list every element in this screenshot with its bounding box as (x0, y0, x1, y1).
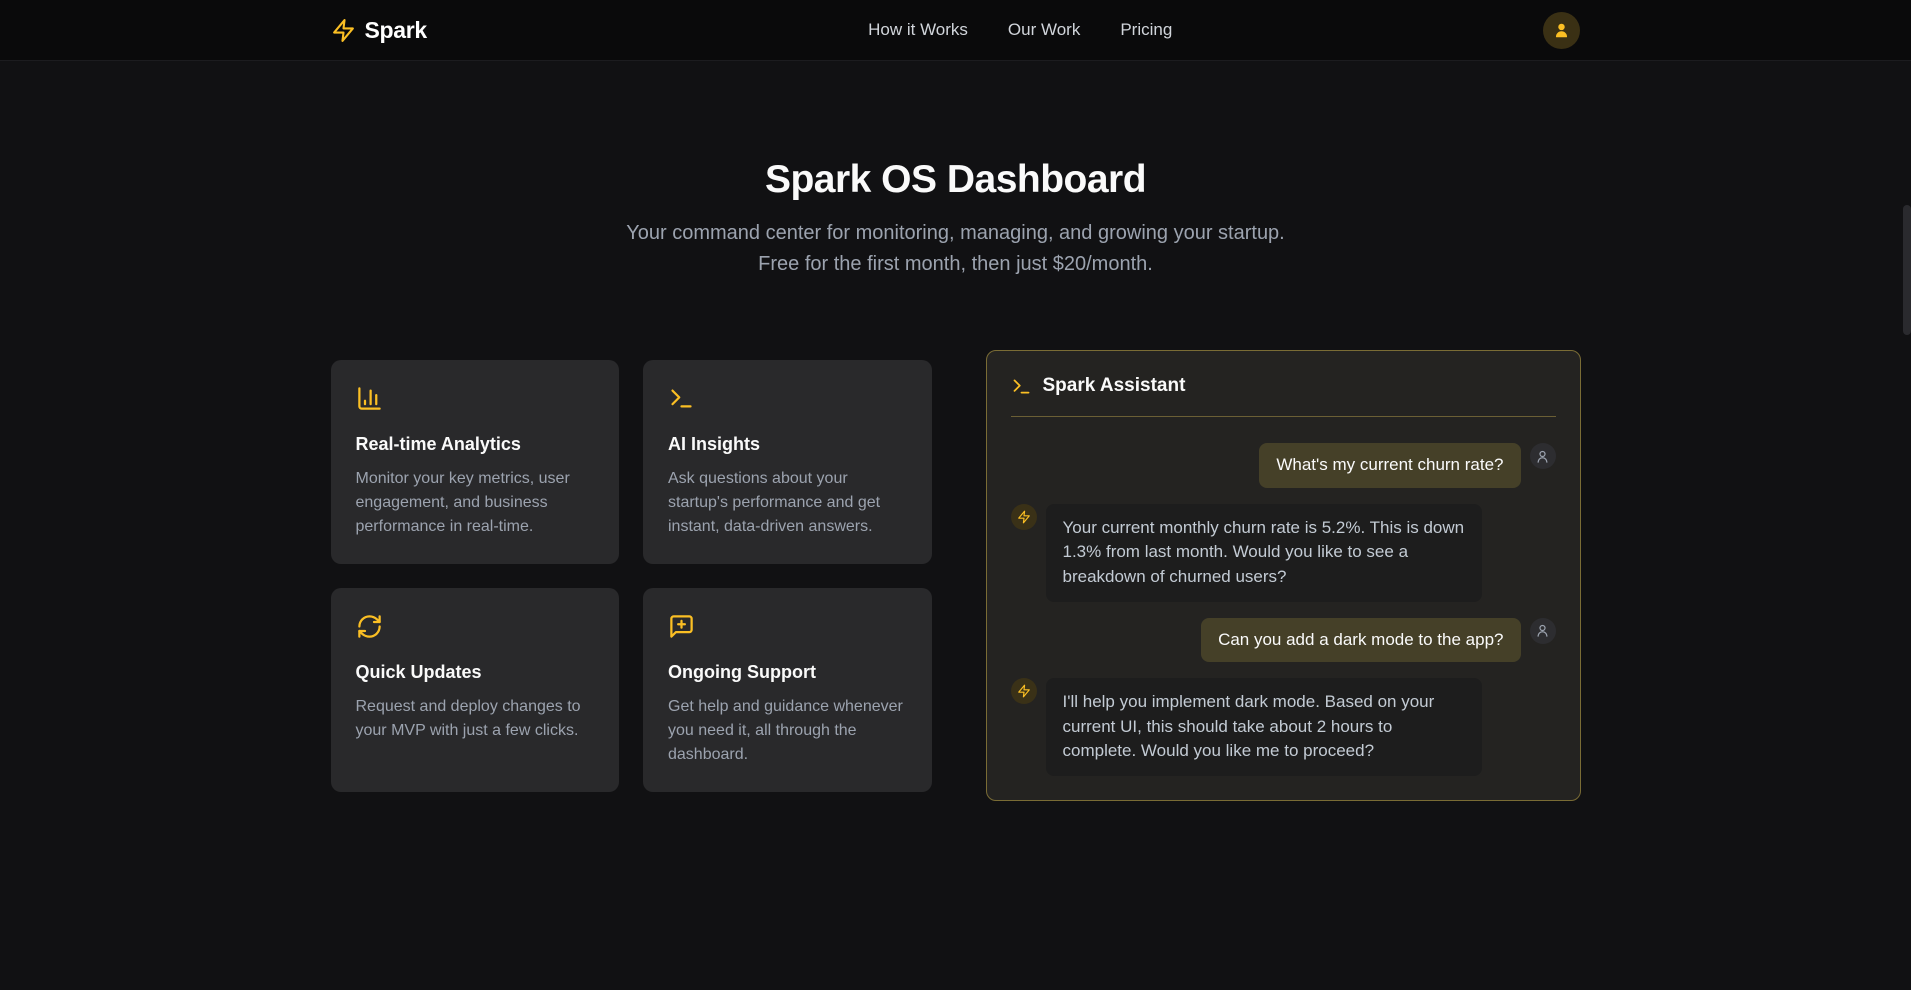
message-square-plus-icon (668, 613, 907, 640)
main-content: Real-time Analytics Monitor your key met… (331, 350, 1581, 801)
page-scrollbar-thumb[interactable] (1903, 205, 1911, 335)
nav-link-how-it-works[interactable]: How it Works (868, 20, 968, 40)
chat-messages: What's my current churn rate? Your curre… (1011, 443, 1556, 776)
user-message-bubble: What's my current churn rate? (1259, 443, 1520, 488)
user-message-bubble: Can you add a dark mode to the app? (1201, 618, 1520, 663)
assistant-panel-header: Spark Assistant (1011, 375, 1556, 397)
feature-card-quick-updates: Quick Updates Request and deploy changes… (331, 588, 620, 792)
nav-link-pricing[interactable]: Pricing (1120, 20, 1172, 40)
nav-link-our-work[interactable]: Our Work (1008, 20, 1080, 40)
feature-card-ongoing-support: Ongoing Support Get help and guidance wh… (643, 588, 932, 792)
chat-message-user: Can you add a dark mode to the app? (1011, 618, 1556, 663)
chat-message-assistant: I'll help you implement dark mode. Based… (1011, 678, 1556, 776)
panel-divider (1011, 416, 1556, 417)
feature-card-realtime-analytics: Real-time Analytics Monitor your key met… (331, 360, 620, 564)
chat-message-user: What's my current churn rate? (1011, 443, 1556, 488)
assistant-panel-title: Spark Assistant (1043, 375, 1186, 397)
feature-card-description: Get help and guidance whenever you need … (668, 695, 907, 767)
user-avatar-button[interactable] (1543, 12, 1580, 49)
feature-card-title: Ongoing Support (668, 662, 907, 683)
chat-message-assistant: Your current monthly churn rate is 5.2%.… (1011, 504, 1556, 602)
nav-links: How it Works Our Work Pricing (868, 20, 1172, 40)
assistant-message-bubble: I'll help you implement dark mode. Based… (1046, 678, 1482, 776)
feature-card-description: Monitor your key metrics, user engagemen… (356, 467, 595, 539)
brand-logo[interactable]: Spark (331, 17, 427, 44)
hero-subtitle: Your command center for monitoring, mana… (606, 218, 1306, 280)
assistant-message-bubble: Your current monthly churn rate is 5.2%.… (1046, 504, 1482, 602)
hero-section: Spark OS Dashboard Your command center f… (0, 61, 1911, 280)
brand-name: Spark (365, 17, 427, 44)
user-icon (1552, 21, 1571, 40)
refresh-icon (356, 613, 595, 640)
page-title: Spark OS Dashboard (0, 158, 1911, 202)
feature-card-description: Request and deploy changes to your MVP w… (356, 695, 595, 743)
user-icon (1535, 449, 1550, 464)
zap-icon (331, 18, 356, 43)
user-icon (1535, 623, 1550, 638)
feature-cards: Real-time Analytics Monitor your key met… (331, 360, 932, 792)
feature-card-ai-insights: AI Insights Ask questions about your sta… (643, 360, 932, 564)
terminal-icon (668, 385, 907, 412)
terminal-icon (1011, 376, 1032, 397)
zap-icon (1017, 510, 1031, 524)
user-avatar (1530, 443, 1556, 469)
spark-assistant-panel: Spark Assistant What's my current churn … (986, 350, 1581, 801)
navbar: Spark How it Works Our Work Pricing (0, 0, 1911, 61)
user-avatar (1530, 618, 1556, 644)
feature-card-title: Real-time Analytics (356, 434, 595, 455)
feature-card-description: Ask questions about your startup's perfo… (668, 467, 907, 539)
feature-card-title: Quick Updates (356, 662, 595, 683)
assistant-avatar (1011, 504, 1037, 530)
feature-card-title: AI Insights (668, 434, 907, 455)
chart-column-icon (356, 385, 595, 412)
zap-icon (1017, 684, 1031, 698)
assistant-avatar (1011, 678, 1037, 704)
